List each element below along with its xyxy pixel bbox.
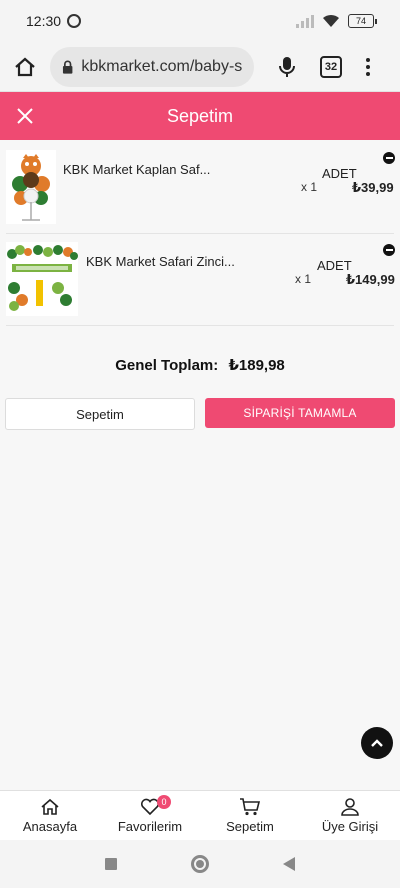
- total-label: Genel Toplam:: [115, 357, 219, 374]
- close-icon: [17, 108, 33, 124]
- status-bar: 12:30 74: [0, 0, 400, 42]
- cart-item-list: KBK Market Kaplan Saf... ADET x 1 ₺39,99: [6, 142, 395, 326]
- nav-login-label: Üye Girişi: [321, 818, 379, 834]
- product-quantity: x 1: [295, 272, 312, 286]
- address-bar[interactable]: kbkmarket.com/baby-sh: [50, 46, 254, 87]
- url-text: kbkmarket.com/baby-sh: [81, 57, 242, 75]
- nav-home[interactable]: Anasayfa: [0, 791, 100, 840]
- cart-header: Sepetim: [0, 92, 400, 140]
- signal-icon: [296, 14, 314, 28]
- checkout-label: SİPARİŞİ TAMAMLA: [243, 406, 357, 420]
- cart-total: Genel Toplam: ₺189,98: [0, 356, 400, 374]
- tab-count: 32: [324, 60, 338, 73]
- checkout-button[interactable]: SİPARİŞİ TAMAMLA: [205, 398, 395, 428]
- system-home-button[interactable]: [191, 855, 209, 873]
- shopping-cart-icon: [240, 797, 261, 815]
- browser-menu-button[interactable]: [360, 54, 376, 80]
- total-value: ₺189,98: [228, 357, 285, 374]
- home-icon: [15, 57, 35, 76]
- user-icon: [341, 797, 359, 816]
- chevron-up-icon: [371, 739, 383, 747]
- status-time: 12:30: [26, 13, 62, 29]
- back-button[interactable]: [283, 857, 295, 871]
- voice-search-button[interactable]: [274, 52, 300, 82]
- nav-home-label: Anasayfa: [22, 818, 78, 834]
- system-navigation-bar: [0, 840, 400, 888]
- product-name[interactable]: KBK Market Safari Zinci...: [86, 254, 235, 269]
- home-icon: [41, 798, 59, 815]
- scroll-to-top-button[interactable]: [361, 727, 393, 759]
- view-cart-label: Sepetim: [76, 406, 124, 422]
- nav-login[interactable]: Üye Girişi: [300, 791, 400, 840]
- product-unit: ADET: [322, 166, 357, 181]
- favorites-badge: 0: [157, 795, 171, 809]
- nav-cart[interactable]: Sepetim: [200, 791, 300, 840]
- cart-item: KBK Market Kaplan Saf... ADET x 1 ₺39,99: [6, 142, 395, 234]
- product-image: [6, 242, 78, 316]
- browser-toolbar: kbkmarket.com/baby-sh 32: [0, 42, 400, 92]
- product-image: [6, 150, 56, 224]
- battery-level: 74: [355, 16, 366, 26]
- cart-title: Sepetim: [166, 105, 234, 126]
- product-unit: ADET: [317, 258, 352, 273]
- wifi-icon: [323, 14, 339, 27]
- product-name[interactable]: KBK Market Kaplan Saf...: [63, 162, 210, 177]
- view-cart-button[interactable]: Sepetim: [5, 398, 195, 430]
- battery-icon: 74: [348, 14, 377, 28]
- bottom-navigation: Anasayfa 0 Favorilerim Sepetim Üye Giriş…: [0, 790, 400, 840]
- close-cart-button[interactable]: [10, 101, 40, 131]
- product-price: ₺149,99: [346, 272, 395, 287]
- microphone-icon: [279, 56, 295, 77]
- recent-apps-button[interactable]: [105, 858, 117, 870]
- remove-item-button[interactable]: [383, 152, 395, 164]
- nav-cart-label: Sepetim: [226, 818, 274, 834]
- remove-item-button[interactable]: [383, 244, 395, 256]
- nav-favorites[interactable]: 0 Favorilerim: [100, 791, 200, 840]
- home-button[interactable]: [10, 52, 40, 82]
- product-price: ₺39,99: [352, 180, 394, 195]
- tab-switcher-button[interactable]: 32: [320, 55, 342, 78]
- product-quantity: x 1: [301, 180, 318, 194]
- lock-icon: [62, 60, 73, 74]
- cart-item: KBK Market Safari Zinci... ADET x 1 ₺149…: [6, 234, 395, 326]
- nav-favorites-label: Favorilerim: [117, 818, 183, 834]
- alarm-icon: [67, 14, 82, 28]
